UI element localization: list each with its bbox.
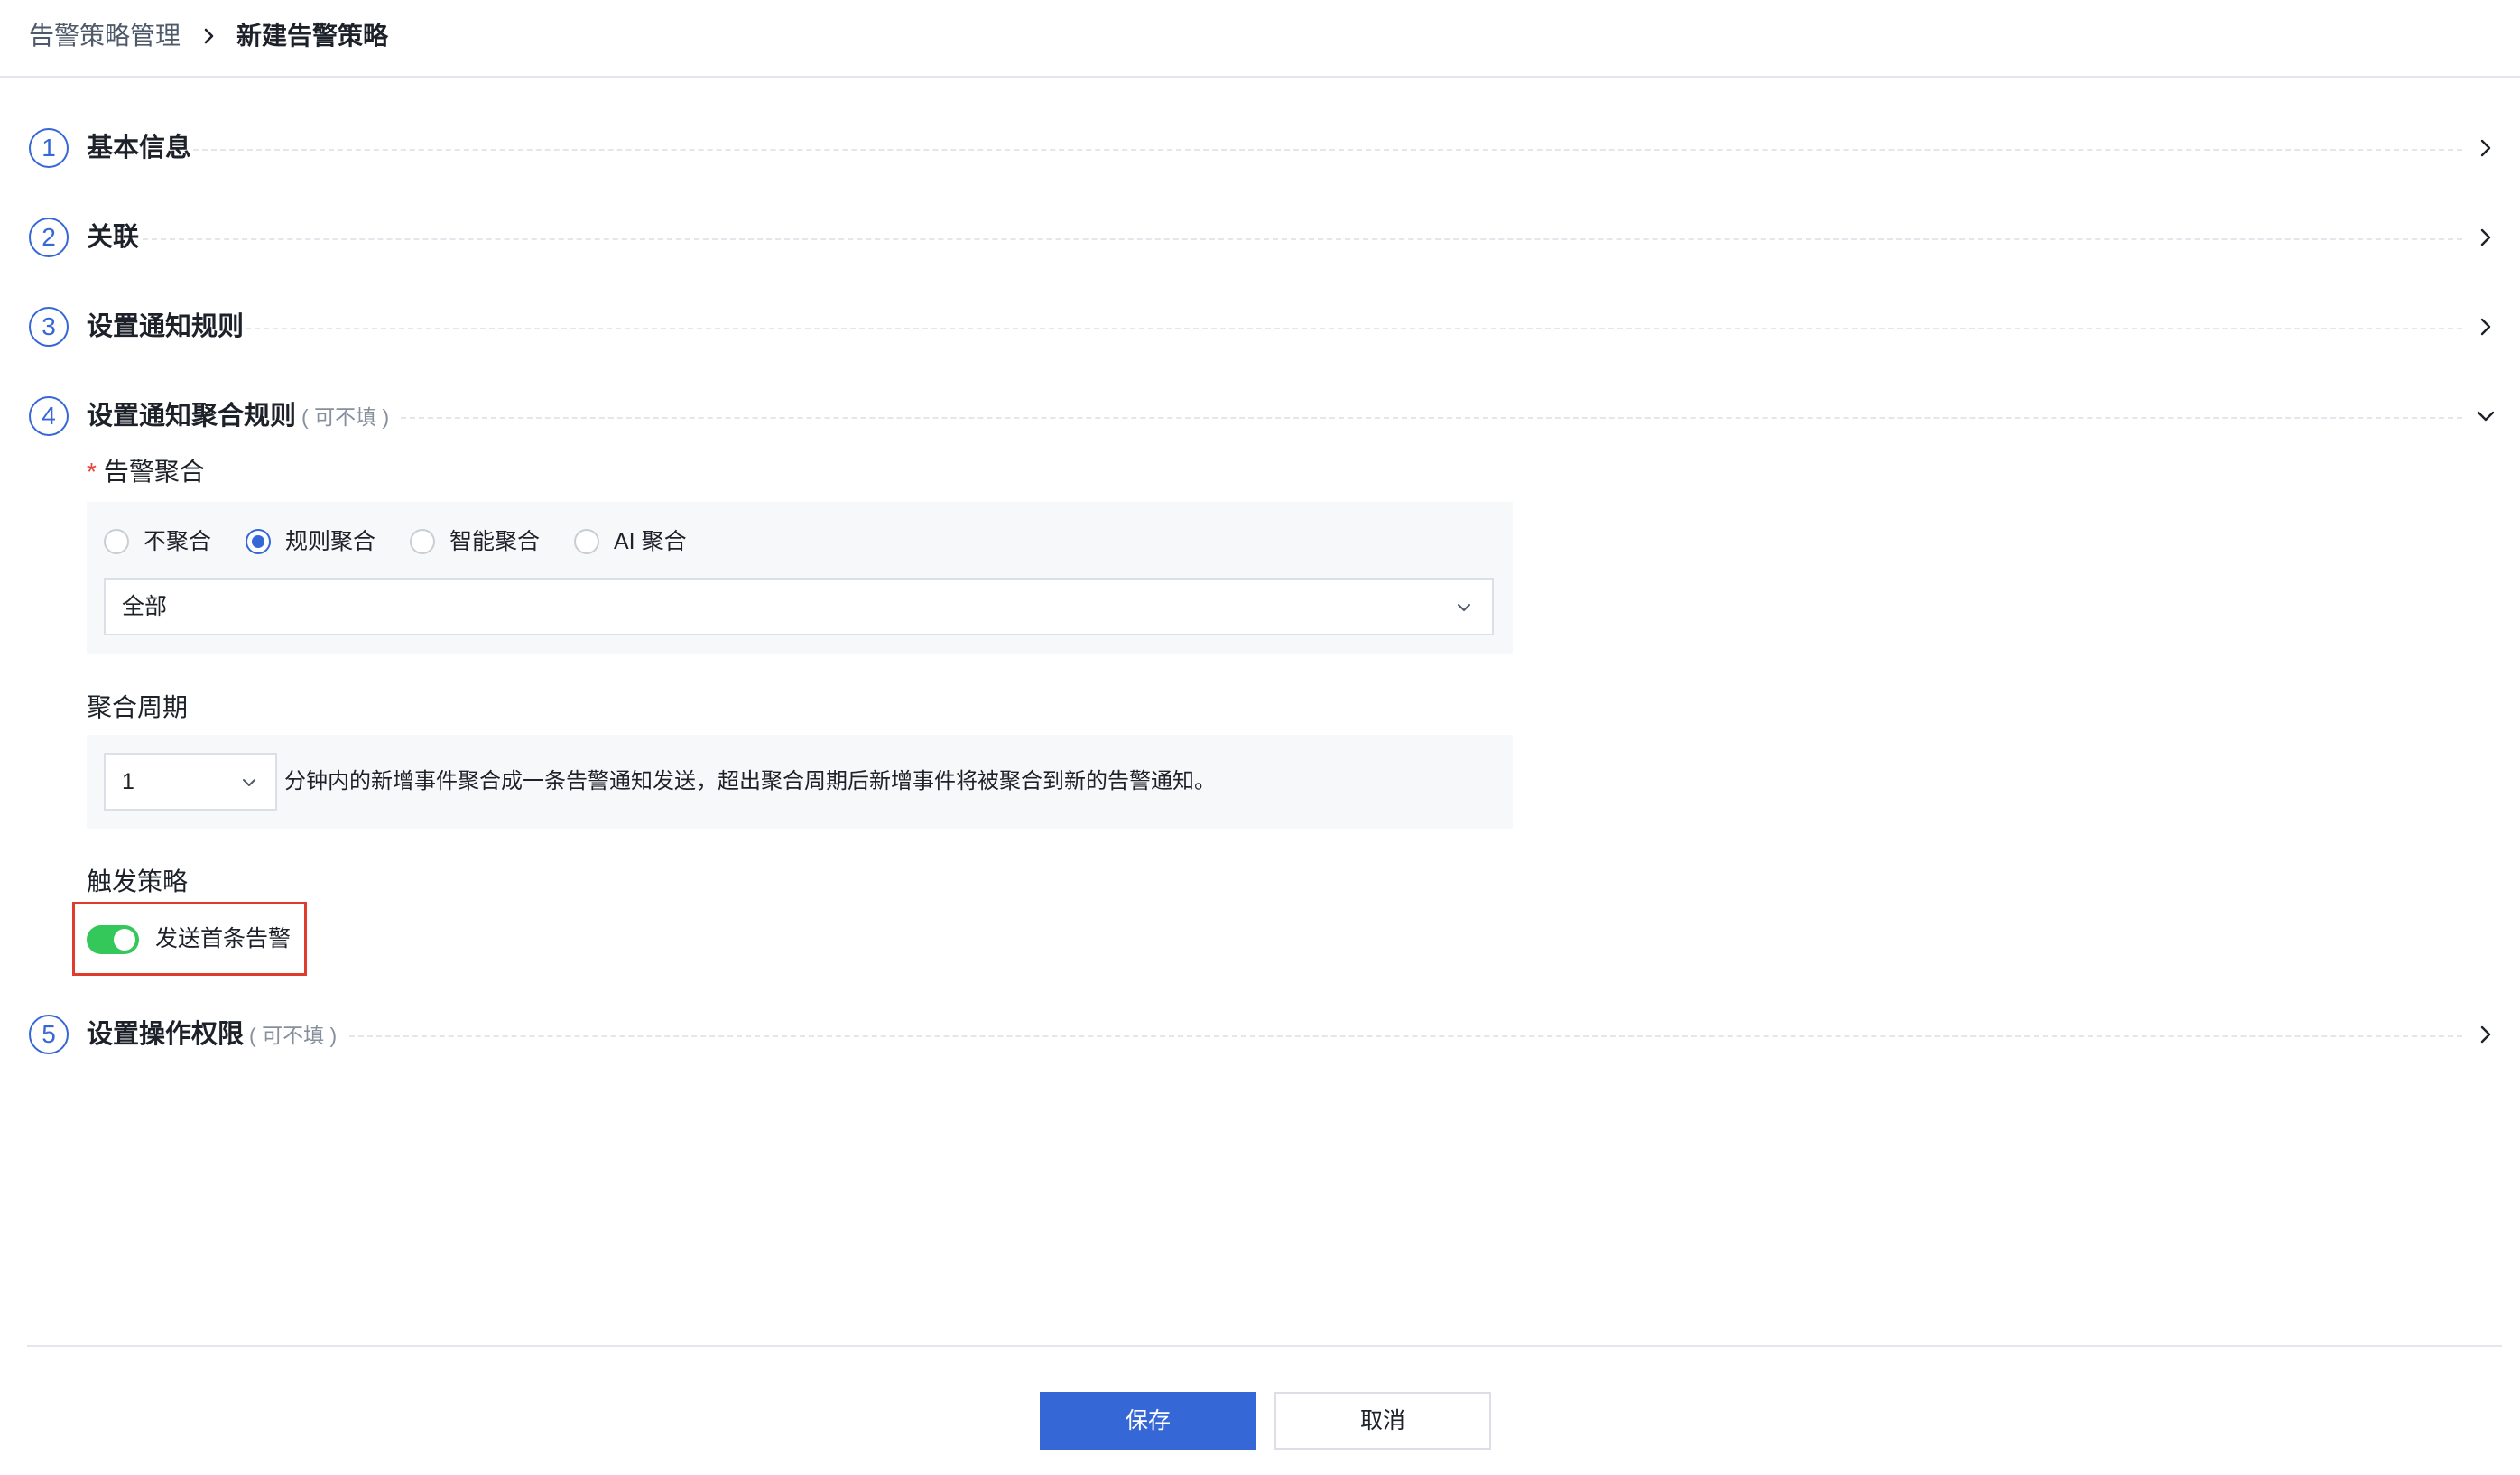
step-title: 基本信息 bbox=[87, 134, 192, 162]
chevron-down-icon bbox=[1458, 604, 1470, 611]
step-title: 设置操作权限( 可不填 ) bbox=[87, 1020, 338, 1049]
chevron-right-icon[interactable] bbox=[2473, 135, 2498, 161]
step-number-badge: 1 bbox=[29, 128, 69, 168]
trigger-label: 触发策略 bbox=[87, 867, 189, 895]
radio-circle bbox=[574, 529, 599, 554]
required-mark: * bbox=[87, 458, 97, 486]
chevron-right-icon[interactable] bbox=[2473, 314, 2498, 339]
step-number-badge: 3 bbox=[29, 307, 69, 347]
chevron-down-icon[interactable] bbox=[2473, 404, 2498, 429]
radio-label: 智能聚合 bbox=[449, 529, 541, 554]
step-operation-permissions[interactable]: 5 设置操作权限( 可不填 ) bbox=[29, 1015, 2498, 1058]
cancel-button[interactable]: 取消 bbox=[1274, 1392, 1491, 1450]
breadcrumb-parent-link[interactable]: 告警策略管理 bbox=[29, 18, 181, 54]
period-label: 聚合周期 bbox=[87, 693, 189, 721]
page-header: 告警策略管理 新建告警策略 bbox=[0, 0, 2520, 78]
step-divider bbox=[349, 1035, 2462, 1037]
breadcrumb-current: 新建告警策略 bbox=[236, 22, 389, 50]
step-divider bbox=[401, 417, 2462, 419]
optional-hint: ( 可不填 ) bbox=[249, 1024, 338, 1047]
step-number-badge: 2 bbox=[29, 218, 69, 257]
select-value: 全部 bbox=[122, 594, 168, 619]
radio-label: 规则聚合 bbox=[285, 529, 376, 554]
step-divider bbox=[193, 149, 2462, 151]
toggle-label: 发送首条告警 bbox=[155, 926, 292, 951]
radio-circle bbox=[104, 529, 129, 554]
optional-hint: ( 可不填 ) bbox=[301, 405, 390, 429]
step-divider bbox=[246, 328, 2462, 329]
step-title: 关联 bbox=[87, 223, 140, 252]
save-button[interactable]: 保存 bbox=[1040, 1392, 1256, 1450]
send-first-alert-toggle[interactable] bbox=[87, 925, 139, 954]
select-value: 1 bbox=[122, 769, 134, 794]
radio-circle bbox=[410, 529, 435, 554]
toggle-knob bbox=[114, 929, 135, 951]
step-number-badge: 4 bbox=[29, 396, 69, 436]
step-association[interactable]: 2 关联 bbox=[29, 218, 2498, 261]
aggregation-label: * 告警聚合 bbox=[87, 458, 205, 486]
period-description: 分钟内的新增事件聚合成一条告警通知发送，超出聚合周期后新增事件将被聚合到新的告警… bbox=[284, 769, 1216, 793]
step-number-badge: 5 bbox=[29, 1015, 69, 1054]
aggregation-scope-select[interactable]: 全部 bbox=[104, 578, 1494, 635]
footer-divider bbox=[27, 1345, 2502, 1347]
chevron-right-icon[interactable] bbox=[2473, 225, 2498, 250]
radio-circle-selected bbox=[246, 529, 271, 554]
step-title: 设置通知聚合规则( 可不填 ) bbox=[87, 402, 390, 431]
chevron-right-icon bbox=[204, 28, 214, 44]
chevron-down-icon bbox=[243, 779, 255, 786]
radio-label: 不聚合 bbox=[144, 529, 212, 554]
step-divider bbox=[143, 238, 2462, 240]
step-basic-info[interactable]: 1 基本信息 bbox=[29, 128, 2498, 172]
period-select[interactable]: 1 bbox=[104, 753, 277, 811]
step-aggregation-rules[interactable]: 4 设置通知聚合规则( 可不填 ) bbox=[29, 396, 2498, 440]
step-title: 设置通知规则 bbox=[87, 312, 245, 341]
radio-label: AI 聚合 bbox=[614, 529, 687, 554]
chevron-right-icon[interactable] bbox=[2473, 1022, 2498, 1047]
step-notify-rules[interactable]: 3 设置通知规则 bbox=[29, 307, 2498, 350]
